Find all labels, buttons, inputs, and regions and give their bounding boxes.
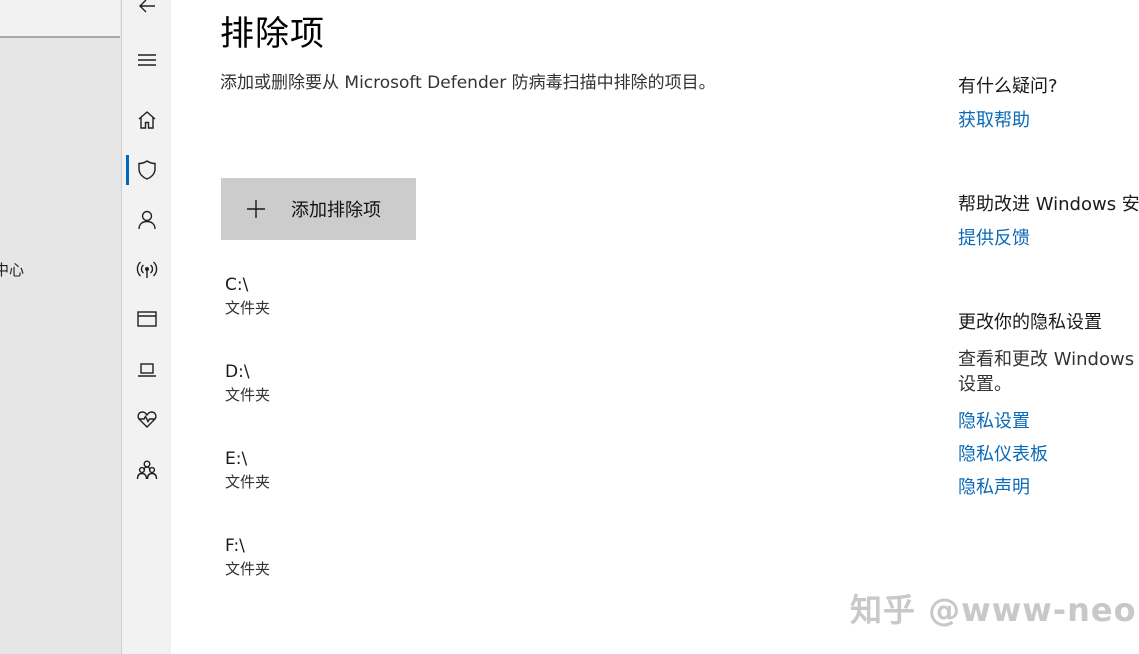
nav-account-protection[interactable] [122,200,171,240]
privacy-heading: 更改你的隐私设置 [958,312,1102,333]
exclusion-path: E:\ [225,449,248,469]
exclusion-item-e[interactable]: E:\ 文件夹 [225,448,525,498]
nav-firewall[interactable] [122,249,171,289]
app-browser-icon [136,311,157,327]
navigation-rail [122,0,171,654]
page-description: 添加或删除要从 Microsoft Defender 防病毒扫描中排除的项目。 [220,73,716,93]
get-help-link[interactable]: 获取帮助 [958,106,1030,132]
exclusion-type: 文件夹 [225,299,271,317]
exclusion-item-c[interactable]: C:\ 文件夹 [225,274,525,324]
background-search-box[interactable] [0,0,120,38]
menu-button[interactable] [122,40,171,80]
heart-health-icon [136,411,157,428]
help-sidebar: 有什么疑问? 获取帮助 帮助改进 Windows 安 提供反馈 更改你的隐私设置… [958,0,1139,654]
nav-family-options[interactable] [122,450,171,490]
nav-app-browser[interactable] [122,299,171,339]
add-exclusion-label: 添加排除项 [291,200,381,221]
privacy-description: 查看和更改 Windows 设置。 [958,349,1135,395]
shield-icon [137,160,156,180]
background-window: 中心 [0,0,122,654]
back-button[interactable] [122,0,171,26]
nav-virus-protection[interactable] [122,150,171,190]
family-icon [136,460,157,480]
plus-icon [245,198,267,220]
background-window-text: 中心 [0,261,25,279]
exclusion-path: D:\ [225,362,250,382]
exclusion-type: 文件夹 [225,386,271,404]
privacy-settings-link[interactable]: 隐私设置 [958,407,1030,433]
page-title: 排除项 [220,14,325,54]
exclusion-type: 文件夹 [225,560,271,578]
main-content: 排除项 添加或删除要从 Microsoft Defender 防病毒扫描中排除的… [171,0,941,654]
improve-heading: 帮助改进 Windows 安 [958,194,1139,215]
nav-device-health[interactable] [122,399,171,439]
nav-device-security[interactable] [122,349,171,389]
watermark: 知乎 @www-neo [850,591,1137,629]
wireless-icon [136,261,157,278]
exclusion-path: C:\ [225,275,249,295]
exclusion-path: F:\ [225,536,245,556]
privacy-statement-link[interactable]: 隐私声明 [958,473,1030,499]
add-exclusion-button[interactable]: 添加排除项 [221,178,416,240]
nav-home[interactable] [122,100,171,140]
home-icon [138,111,155,129]
person-icon [137,210,156,230]
exclusion-item-d[interactable]: D:\ 文件夹 [225,361,525,411]
privacy-dashboard-link[interactable]: 隐私仪表板 [958,440,1048,466]
exclusion-type: 文件夹 [225,473,271,491]
laptop-icon [137,363,156,377]
hamburger-menu-icon [137,54,156,66]
exclusion-item-f[interactable]: F:\ 文件夹 [225,535,525,585]
back-arrow-icon [138,0,155,13]
feedback-link[interactable]: 提供反馈 [958,224,1030,250]
question-heading: 有什么疑问? [958,76,1058,97]
